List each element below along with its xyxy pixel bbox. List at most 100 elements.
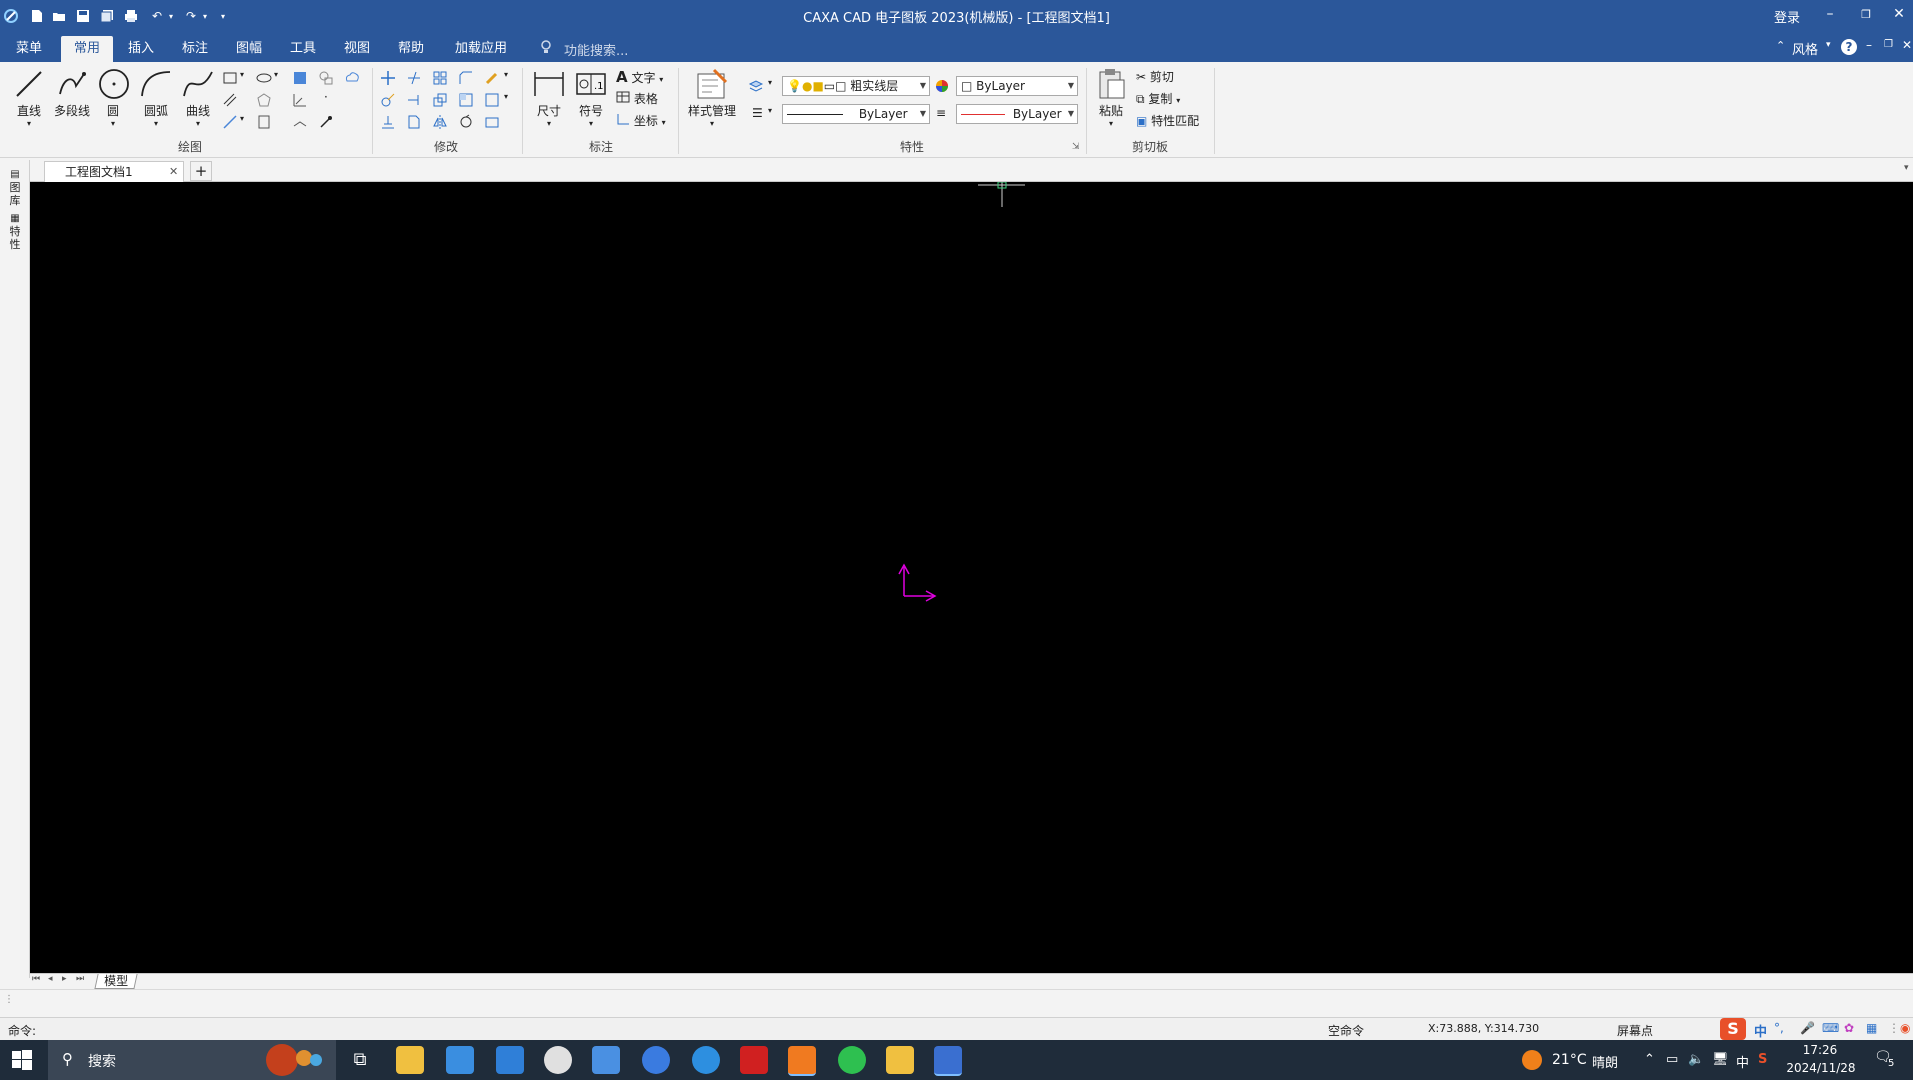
table-tool[interactable]: 表格 [616, 90, 658, 107]
delete-duplicate-icon[interactable] [406, 114, 422, 130]
ime-extra-icon[interactable]: ◉ [1900, 1021, 1910, 1035]
collapse-ribbon-icon[interactable]: ⌃ [1776, 39, 1785, 52]
snap-mode[interactable]: 屏幕点 [1617, 1022, 1653, 1039]
wechat-icon[interactable] [838, 1046, 866, 1074]
block-icon[interactable] [318, 70, 334, 86]
tab-view[interactable]: 视图 [336, 36, 378, 62]
stretch-icon[interactable] [458, 92, 474, 108]
layer-combo[interactable]: 💡●■▭□ 粗实线层 ▼ [782, 76, 930, 96]
move-icon[interactable] [380, 70, 396, 86]
sogou-tray-icon[interactable]: S [1758, 1052, 1767, 1067]
circle-button[interactable]: 圆 ▾ [96, 66, 130, 128]
line-button[interactable]: 直线 ▾ [10, 66, 48, 128]
tab-common[interactable]: 常用 [61, 36, 113, 62]
help-icon[interactable]: ? [1841, 39, 1857, 55]
tab-sheet[interactable]: 图幅 [228, 36, 270, 62]
chamfer-icon[interactable] [458, 70, 474, 86]
style-selector[interactable]: 风格 [1792, 39, 1818, 58]
drawing-canvas[interactable] [30, 182, 1913, 973]
ellipse-icon[interactable] [256, 70, 272, 86]
trim-icon[interactable] [406, 70, 422, 86]
caxa-app-icon[interactable] [788, 1046, 816, 1076]
volume-icon[interactable]: 🔈 [1688, 1052, 1704, 1067]
windows-start-icon[interactable] [12, 1050, 32, 1074]
style-dropdown-icon[interactable]: ▾ [1826, 40, 1831, 50]
linetype-combo[interactable]: ByLayer ▼ [782, 104, 930, 124]
login-link[interactable]: 登录 [1774, 7, 1800, 26]
close-tab-icon[interactable]: ✕ [169, 162, 178, 182]
parallel-line-icon[interactable] [222, 92, 238, 108]
clock-time[interactable]: 17:26 [1790, 1043, 1850, 1057]
pen-icon[interactable] [484, 70, 500, 86]
extend-icon[interactable] [406, 92, 422, 108]
next-sheet-icon[interactable]: ▸ [62, 974, 67, 984]
color-combo[interactable]: □ ByLayer ▼ [956, 76, 1078, 96]
coordinate-tool[interactable]: 坐标 ▾ [616, 112, 666, 129]
copy-object-icon[interactable] [380, 92, 396, 108]
layer-manager-icon[interactable] [748, 78, 764, 94]
centerline-icon[interactable] [256, 114, 272, 130]
symbol-button[interactable]: .1 符号 ▾ [572, 66, 610, 128]
weather-sun-icon[interactable] [1522, 1050, 1542, 1070]
construction-dropdown-icon[interactable]: ▾ [240, 114, 244, 123]
doc-minimize-button[interactable]: – [1866, 38, 1872, 52]
point-icon[interactable]: · [324, 90, 328, 104]
ime-keyboard-icon[interactable]: ⌨ [1822, 1021, 1839, 1035]
lineweight-icon[interactable]: ≡ [936, 106, 946, 120]
mirror-icon[interactable] [432, 114, 448, 130]
match-properties-button[interactable]: ▣ 特性匹配 [1136, 112, 1199, 129]
ime-mode[interactable]: 中 [1754, 1021, 1767, 1040]
array-icon[interactable] [432, 70, 448, 86]
tab-addons[interactable]: 加载应用 [446, 36, 516, 62]
ime-voice-icon[interactable]: 🎤 [1800, 1021, 1815, 1035]
fill-icon[interactable] [292, 92, 308, 108]
tab-help[interactable]: 帮助 [390, 36, 432, 62]
clock-date[interactable]: 2024/11/28 [1786, 1061, 1856, 1075]
scale-icon[interactable] [432, 92, 448, 108]
weather-description[interactable]: 晴朗 [1592, 1052, 1618, 1071]
show-hidden-icons-icon[interactable]: ⌃ [1644, 1052, 1655, 1067]
mail-icon[interactable] [496, 1046, 524, 1074]
linetype-list-dropdown-icon[interactable]: ▾ [768, 106, 772, 115]
card-game-icon[interactable] [544, 1046, 572, 1074]
ime-toolbox-icon[interactable]: ▦ [1866, 1021, 1877, 1035]
cloud-icon[interactable] [344, 70, 360, 86]
file-explorer-icon[interactable] [396, 1046, 424, 1074]
rectangle-dropdown-icon[interactable]: ▾ [240, 70, 244, 79]
hatch-icon[interactable] [292, 70, 308, 86]
dimension-button[interactable]: 尺寸 ▾ [530, 66, 568, 128]
tab-menu[interactable]: 菜单 [8, 36, 50, 62]
input-language[interactable]: 中 [1736, 1052, 1749, 1071]
new-tab-button[interactable]: + [190, 161, 212, 181]
offset-icon[interactable] [380, 114, 396, 130]
feishu-icon[interactable] [592, 1046, 620, 1074]
browser-icon[interactable] [642, 1046, 670, 1074]
network-icon[interactable]: 🖥 [1712, 1052, 1729, 1067]
properties-tab[interactable]: ▦ 特性 [8, 212, 22, 251]
pick-icon[interactable] [318, 114, 334, 130]
restore-button[interactable]: ❐ [1852, 8, 1880, 21]
layer-manager-dropdown-icon[interactable]: ▾ [768, 78, 772, 87]
explode-icon[interactable] [484, 92, 500, 108]
model-sheet-tab[interactable]: 模型 [94, 974, 138, 989]
polygon-icon[interactable] [256, 92, 272, 108]
tab-tools[interactable]: 工具 [282, 36, 324, 62]
copy-button[interactable]: ⧉ 复制 ▾ [1136, 90, 1180, 107]
doc-close-button[interactable]: ✕ [1902, 38, 1912, 52]
paste-button[interactable]: 粘贴 ▾ [1094, 66, 1128, 128]
pen-dropdown-icon[interactable]: ▾ [504, 70, 508, 79]
style-manager-button[interactable]: 样式管理 ▾ [684, 66, 740, 128]
command-grip-icon[interactable]: ⋮ [4, 994, 14, 1005]
text-tool[interactable]: A 文字 ▾ [616, 68, 663, 86]
construction-line-icon[interactable] [222, 114, 238, 130]
wps-icon[interactable] [740, 1046, 768, 1074]
library-tab[interactable]: ▤ 图库 [8, 168, 22, 207]
rectangle-icon[interactable] [222, 70, 238, 86]
ellipse-dropdown-icon[interactable]: ▾ [274, 70, 278, 79]
battery-icon[interactable]: ▭ [1666, 1052, 1678, 1067]
first-sheet-icon[interactable]: ⏮ [32, 974, 40, 984]
lineweight-combo[interactable]: ByLayer ▼ [956, 104, 1078, 124]
fillet-icon[interactable] [484, 114, 500, 130]
sogou-ime-icon[interactable]: S [1720, 1018, 1746, 1040]
ime-more-icon[interactable]: ⋮ [1888, 1021, 1900, 1035]
